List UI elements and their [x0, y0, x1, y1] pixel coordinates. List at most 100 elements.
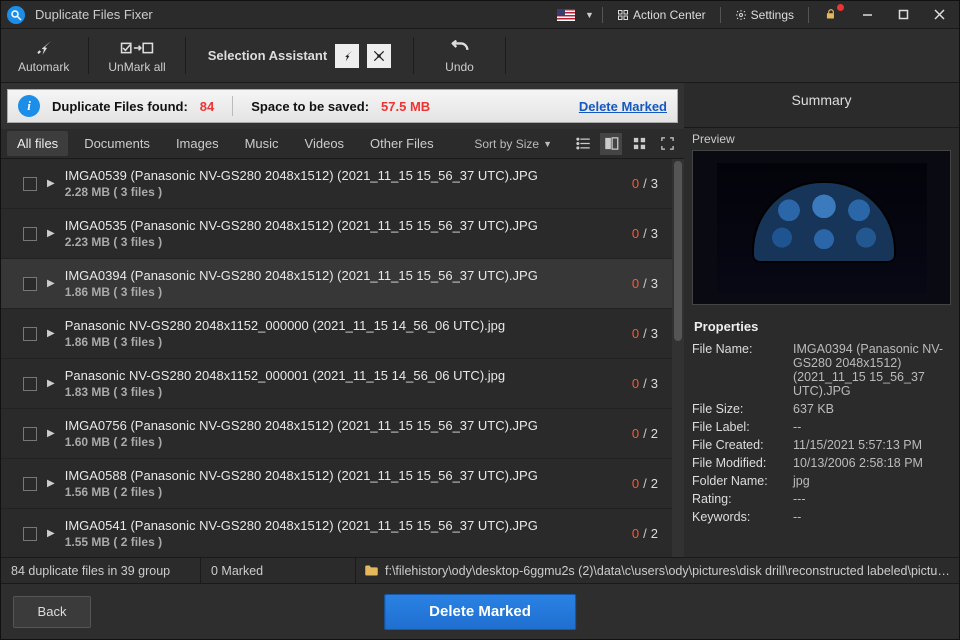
- property-key: File Size:: [692, 402, 787, 416]
- group-row[interactable]: ▶IMGA0539 (Panasonic NV-GS280 2048x1512)…: [1, 159, 672, 209]
- delete-marked-button[interactable]: Delete Marked: [384, 594, 576, 630]
- group-row[interactable]: ▶ IMGA0756 (Panasonic NV-GS280 2048x1512)…: [1, 409, 672, 459]
- group-name: IMGA0588 (Panasonic NV-GS280 2048x1512) …: [65, 468, 622, 483]
- property-key: Keywords:: [692, 510, 787, 524]
- expand-icon[interactable]: ▶: [47, 328, 55, 339]
- summary-panel: Summary Preview Properties File Name:IMG…: [684, 83, 959, 557]
- group-checkbox[interactable]: [23, 477, 37, 491]
- group-checkbox[interactable]: [23, 527, 37, 541]
- flag-icon[interactable]: [557, 9, 575, 21]
- status-bar: 84 duplicate files in 39 group 0 Marked …: [1, 557, 959, 583]
- expand-icon[interactable]: ▶: [47, 228, 55, 239]
- group-checkbox[interactable]: [23, 227, 37, 241]
- close-button[interactable]: [925, 4, 953, 26]
- group-row[interactable]: ▶IMGA0394 (Panasonic NV-GS280 2048x1512)…: [1, 259, 672, 309]
- properties-heading: Properties: [684, 313, 959, 340]
- title-bar: Duplicate Files Fixer ▼ Action Center Se…: [1, 1, 959, 29]
- expand-icon[interactable]: ▶: [47, 278, 55, 289]
- delete-marked-link[interactable]: Delete Marked: [579, 99, 667, 114]
- expand-icon[interactable]: ▶: [47, 178, 55, 189]
- property-row: File Modified: 10/13/2006 2:58:18 PM: [684, 454, 959, 472]
- found-count: 84: [200, 99, 214, 114]
- property-value: IMGA0394 (Panasonic NV-GS280 2048x1512) …: [793, 342, 951, 398]
- tab-other-files[interactable]: Other Files: [360, 131, 444, 156]
- group-checkbox[interactable]: [23, 277, 37, 291]
- group-name: IMGA0541 (Panasonic NV-GS280 2048x1512) …: [65, 518, 622, 533]
- property-key: File Modified:: [692, 456, 787, 470]
- group-checkbox[interactable]: [23, 177, 37, 191]
- group-name: Panasonic NV-GS280 2048x1152_000000 (202…: [65, 318, 622, 333]
- back-button[interactable]: Back: [13, 596, 91, 628]
- property-value: 10/13/2006 2:58:18 PM: [793, 456, 951, 470]
- property-value: --: [793, 510, 951, 524]
- status-marked: 0 Marked: [201, 558, 356, 583]
- automark-button[interactable]: Automark: [5, 31, 82, 80]
- scrollbar-track[interactable]: [672, 159, 684, 557]
- property-value: 637 KB: [793, 402, 951, 416]
- unmark-all-button[interactable]: UnMark all: [95, 31, 178, 80]
- preview-image: [692, 150, 951, 305]
- action-center-link[interactable]: Action Center: [611, 8, 712, 22]
- expand-icon[interactable]: ▶: [47, 378, 55, 389]
- group-meta: 1.56 MB ( 2 files ): [65, 485, 622, 499]
- tab-documents[interactable]: Documents: [74, 131, 160, 156]
- group-count: 0/3: [632, 376, 658, 391]
- flag-dropdown[interactable]: ▼: [585, 10, 594, 20]
- group-name: IMGA0535 (Panasonic NV-GS280 2048x1512) …: [65, 218, 622, 233]
- group-row[interactable]: ▶ Panasonic NV-GS280 2048x1152_000000 (20…: [1, 309, 672, 359]
- group-count: 0/3: [632, 326, 658, 341]
- group-row[interactable]: ▶ IMGA0588 (Panasonic NV-GS280 2048x1512)…: [1, 459, 672, 509]
- sa-settings-button[interactable]: [367, 44, 391, 68]
- expand-icon[interactable]: ▶: [47, 478, 55, 489]
- preview-heading: Preview: [684, 128, 959, 150]
- notifications-icon[interactable]: [817, 4, 845, 26]
- maximize-button[interactable]: [889, 4, 917, 26]
- group-name: Panasonic NV-GS280 2048x1152_000001 (202…: [65, 368, 622, 383]
- bottom-bar: Back Delete Marked: [1, 583, 959, 639]
- group-checkbox[interactable]: [23, 327, 37, 341]
- property-row: Rating:---: [684, 490, 959, 508]
- undo-button[interactable]: Undo: [420, 31, 499, 80]
- group-name: IMGA0756 (Panasonic NV-GS280 2048x1512) …: [65, 418, 622, 433]
- expand-icon[interactable]: ▶: [47, 528, 55, 539]
- group-count: 0/3: [632, 176, 658, 191]
- tab-videos[interactable]: Videos: [295, 131, 355, 156]
- properties-list: File Name:IMGA0394 (Panasonic NV-GS280 2…: [684, 340, 959, 557]
- group-row[interactable]: ▶ Panasonic NV-GS280 2048x1152_000001 (20…: [1, 359, 672, 409]
- property-key: Folder Name:: [692, 474, 787, 488]
- minimize-button[interactable]: [853, 4, 881, 26]
- group-count: 0/2: [632, 526, 658, 541]
- space-label: Space to be saved:: [251, 99, 369, 114]
- scrollbar-thumb[interactable]: [674, 161, 682, 341]
- property-row: File Created:11/15/2021 5:57:13 PM: [684, 436, 959, 454]
- results-banner: i Duplicate Files found: 84 Space to be …: [7, 89, 678, 123]
- chevron-down-icon: ▼: [543, 139, 552, 149]
- property-row: File Label: --: [684, 418, 959, 436]
- selection-assistant: Selection Assistant: [192, 31, 407, 80]
- property-value: 11/15/2021 5:57:13 PM: [793, 438, 951, 452]
- tab-music[interactable]: Music: [235, 131, 289, 156]
- app-title: Duplicate Files Fixer: [35, 7, 153, 22]
- expand-icon[interactable]: ▶: [47, 428, 55, 439]
- view-detail-icon[interactable]: [600, 133, 622, 155]
- toolbar: Automark UnMark all Selection Assistant …: [1, 29, 959, 83]
- group-row[interactable]: ▶ IMGA0535 (Panasonic NV-GS280 2048x1512)…: [1, 209, 672, 259]
- info-icon: i: [18, 95, 40, 117]
- tab-all-files[interactable]: All files: [7, 131, 68, 156]
- view-grid-icon[interactable]: [628, 133, 650, 155]
- group-checkbox[interactable]: [23, 377, 37, 391]
- sort-dropdown[interactable]: Sort by Size ▼: [474, 137, 552, 151]
- property-key: File Label:: [692, 420, 787, 434]
- group-count: 0/3: [632, 226, 658, 241]
- property-value: --: [793, 420, 951, 434]
- tab-images[interactable]: Images: [166, 131, 229, 156]
- view-list-icon[interactable]: [572, 133, 594, 155]
- space-value: 57.5 MB: [381, 99, 430, 114]
- settings-link[interactable]: Settings: [729, 8, 800, 22]
- group-meta: 2.23 MB ( 3 files ): [65, 235, 622, 249]
- group-row[interactable]: ▶ IMGA0541 (Panasonic NV-GS280 2048x1512)…: [1, 509, 672, 557]
- group-list: ▶IMGA0539 (Panasonic NV-GS280 2048x1512)…: [1, 159, 684, 557]
- sa-tool-button[interactable]: [335, 44, 359, 68]
- group-checkbox[interactable]: [23, 427, 37, 441]
- fullscreen-icon[interactable]: [656, 133, 678, 155]
